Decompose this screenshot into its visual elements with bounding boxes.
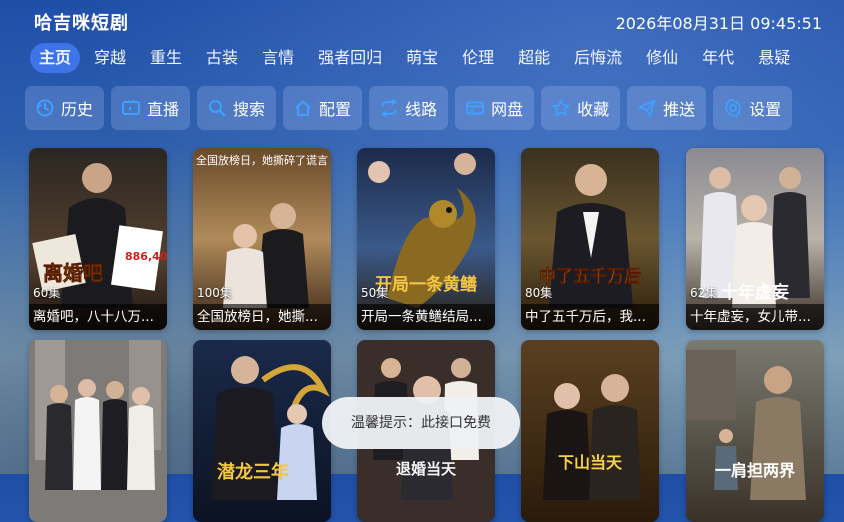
tab-suspense[interactable]: 悬疑 — [748, 43, 800, 73]
swap-icon — [381, 98, 398, 118]
poster-title-text: 退婚当天 — [396, 460, 457, 478]
search-label: 搜索 — [233, 100, 266, 119]
tab-cute-baby[interactable]: 萌宝 — [396, 43, 448, 73]
drama-card[interactable] — [29, 340, 167, 522]
poster-image: 一肩担两界 — [686, 340, 824, 522]
drama-card[interactable]: 一肩担两界 — [686, 340, 824, 522]
gear-icon — [724, 98, 742, 118]
search-icon — [209, 100, 226, 117]
poster-title-text: 十年虚妄 — [721, 282, 789, 303]
drama-card[interactable]: 中了五千万后 80集 中了五千万后，我... — [521, 148, 659, 330]
drama-title: 全国放榜日，她撕... — [193, 304, 331, 330]
star-icon — [552, 99, 570, 116]
drama-card[interactable]: 下山当天 — [521, 340, 659, 522]
config-button[interactable]: 配置 — [283, 86, 363, 130]
drama-card[interactable]: 886,400元 离婚吧 60集 离婚吧，八十八万... — [29, 148, 167, 330]
tab-time-travel[interactable]: 穿越 — [84, 43, 136, 73]
favorites-button[interactable]: 收藏 — [541, 86, 621, 130]
poster-image: 开局一条黄鳝 — [357, 148, 495, 330]
drama-title: 离婚吧，八十八万... — [29, 304, 167, 330]
poster-title-text: 离婚吧 — [43, 261, 103, 285]
poster-title-text: 中了五千万后 — [539, 266, 641, 287]
home-icon — [295, 100, 311, 116]
tab-regret[interactable]: 后悔流 — [564, 43, 632, 73]
config-label: 配置 — [319, 100, 352, 119]
drama-card[interactable]: 全国放榜日，她撕碎了谎言 100集 全国放榜日，她撕... — [193, 148, 331, 330]
poster-image: 潜龙三年 — [193, 340, 331, 522]
episode-count: 50集 — [361, 286, 389, 300]
datetime-display: 2026年08月31日 09:45:51 — [615, 14, 822, 33]
svg-text:886,400元: 886,400元 — [125, 250, 167, 263]
route-button[interactable]: 线路 — [369, 86, 449, 130]
drama-card[interactable]: 开局一条黄鳝 50集 开局一条黄鳝结局... — [357, 148, 495, 330]
tab-xianxia[interactable]: 修仙 — [636, 43, 688, 73]
episode-count: 100集 — [197, 286, 232, 300]
live-button[interactable]: 直播 — [111, 86, 191, 130]
favorites-label: 收藏 — [577, 100, 610, 119]
history-label: 历史 — [61, 100, 94, 119]
poster-image: 全国放榜日，她撕碎了谎言 — [193, 148, 331, 330]
poster-image: 中了五千万后 — [521, 148, 659, 330]
poster-image: 886,400元 离婚吧 — [29, 148, 167, 330]
poster-image — [29, 340, 167, 522]
poster-title-text: 潜龙三年 — [217, 461, 289, 483]
tab-ethics[interactable]: 伦理 — [452, 43, 504, 73]
category-tabs: 主页 穿越 重生 古装 言情 强者回归 萌宝 伦理 超能 后悔流 修仙 年代 悬… — [30, 42, 804, 74]
tab-era[interactable]: 年代 — [692, 43, 744, 73]
send-icon — [638, 99, 656, 117]
poster-title-text: 下山当天 — [558, 453, 623, 472]
poster-title-text: 全国放榜日，她撕碎了谎言 — [196, 153, 328, 167]
app-title: 哈吉咪短剧 — [34, 13, 129, 34]
drama-title: 中了五千万后，我... — [521, 304, 659, 330]
tab-costume[interactable]: 古装 — [196, 43, 248, 73]
push-label: 推送 — [663, 100, 696, 119]
episode-count: 62集 — [690, 286, 718, 300]
tab-romance[interactable]: 言情 — [252, 43, 304, 73]
poster-image: 十年虚妄 — [686, 148, 824, 330]
quick-toolbar: 历史 直播 搜索 配置 线路 网盘 收藏 推送 设置 — [25, 86, 799, 130]
settings-label: 设置 — [749, 100, 782, 119]
history-button[interactable]: 历史 — [25, 86, 105, 130]
top-bar: 哈吉咪短剧 2026年08月31日 09:45:51 — [0, 0, 844, 40]
drama-title: 十年虚妄，女儿带... — [686, 304, 824, 330]
clock-icon — [36, 99, 54, 117]
netdisk-button[interactable]: 网盘 — [455, 86, 535, 130]
settings-button[interactable]: 设置 — [713, 86, 793, 130]
route-label: 线路 — [405, 100, 438, 119]
tab-rebirth[interactable]: 重生 — [140, 43, 192, 73]
live-label: 直播 — [147, 100, 180, 119]
episode-count: 60集 — [33, 286, 61, 300]
push-button[interactable]: 推送 — [627, 86, 707, 130]
episode-count: 80集 — [525, 286, 553, 300]
drama-title: 开局一条黄鳝结局... — [357, 304, 495, 330]
card-icon — [466, 101, 485, 115]
poster-title-text: 一肩担两界 — [715, 461, 795, 480]
poster-title-text: 开局一条黄鳝 — [375, 274, 477, 295]
tv-icon — [122, 99, 141, 115]
tab-superpower[interactable]: 超能 — [508, 43, 560, 73]
tab-home[interactable]: 主页 — [30, 43, 81, 73]
drama-card[interactable]: 潜龙三年 — [193, 340, 331, 522]
tab-strongman-return[interactable]: 强者回归 — [308, 43, 392, 73]
toast-notice: 温馨提示：此接口免费 — [322, 397, 520, 449]
poster-image: 下山当天 — [521, 340, 659, 522]
netdisk-label: 网盘 — [491, 100, 524, 119]
drama-card[interactable]: 十年虚妄 62集 十年虚妄，女儿带... — [686, 148, 824, 330]
search-button[interactable]: 搜索 — [197, 86, 277, 130]
